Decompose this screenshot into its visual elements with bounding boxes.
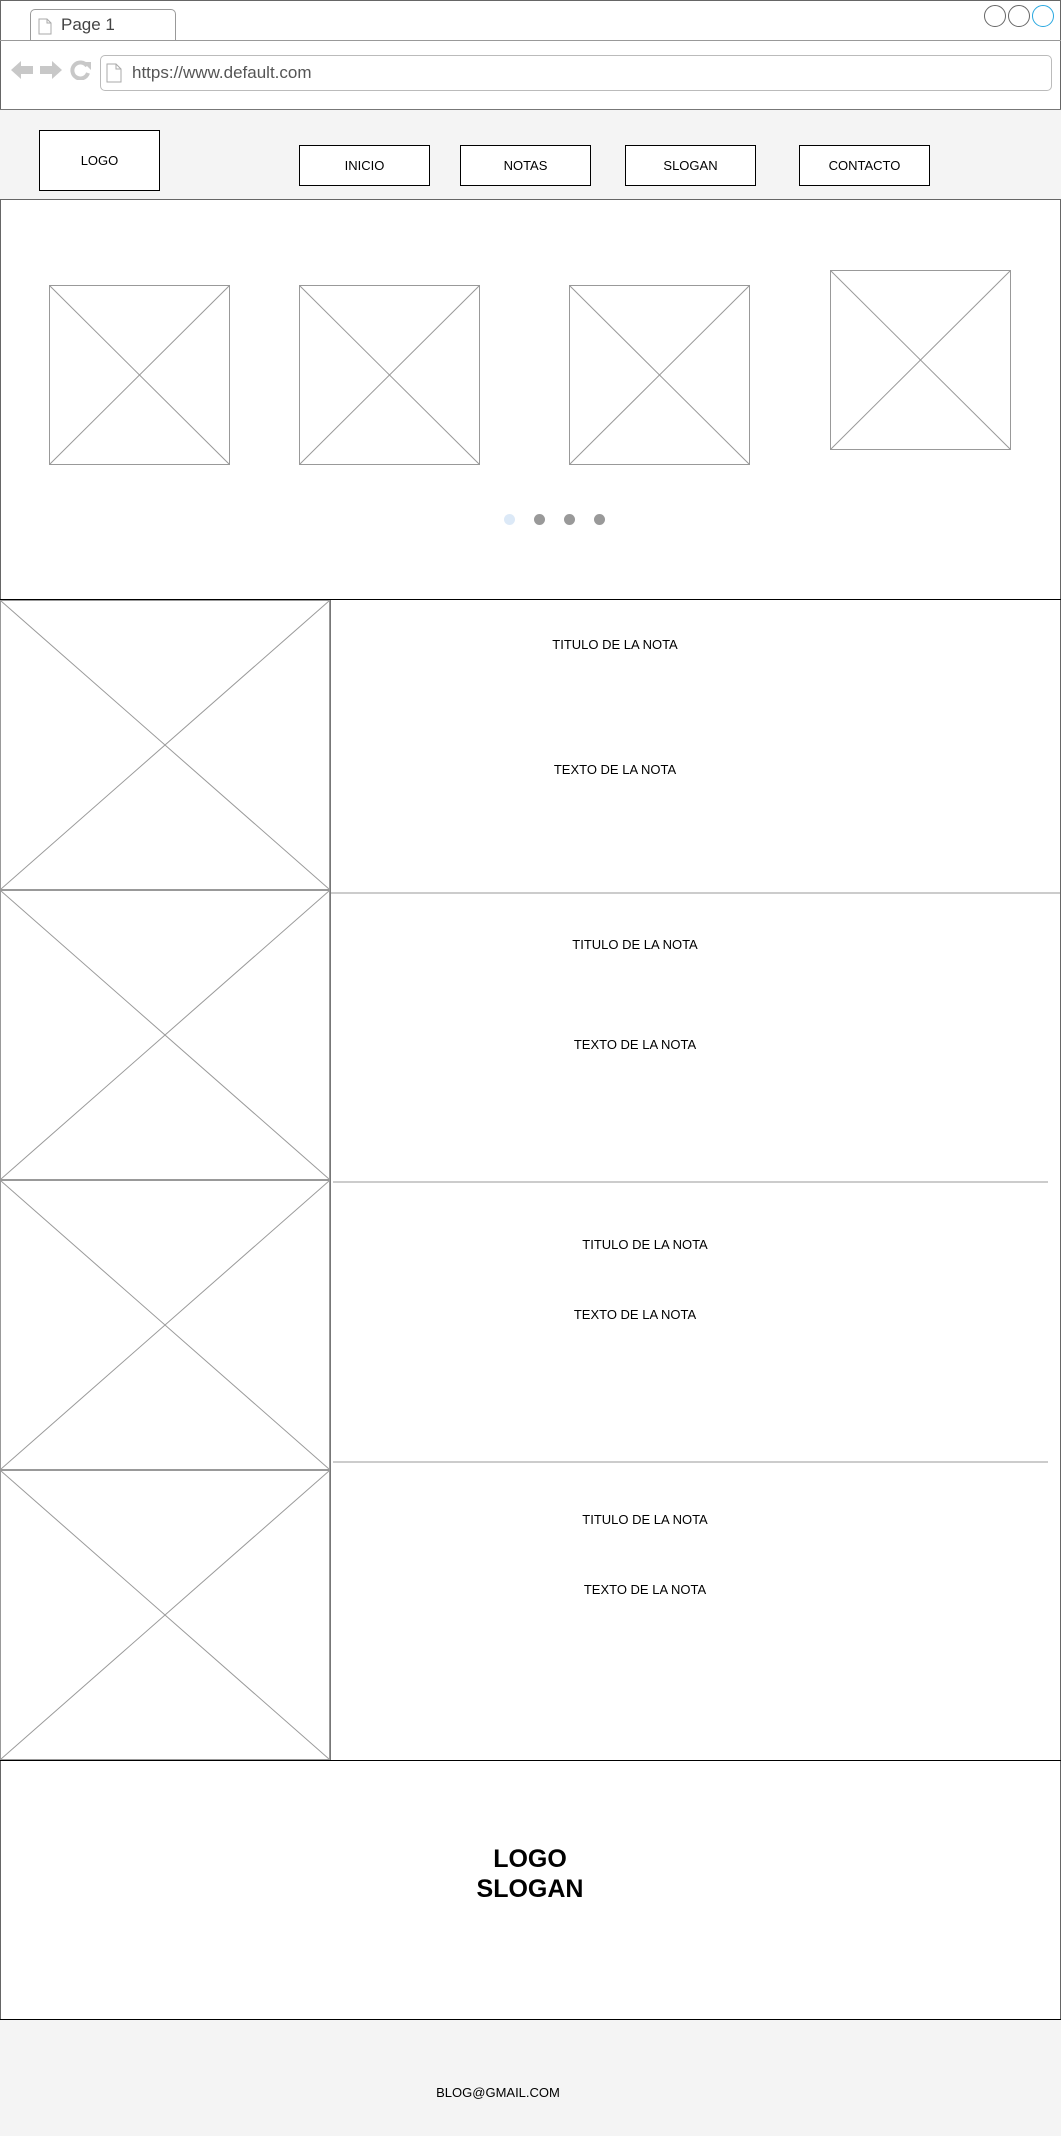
note-image-placeholder[interactable] [0,1470,330,1760]
carousel-indicator-active[interactable] [504,514,515,525]
note-text: TEXTO DE LA NOTA [573,1037,697,1052]
footer-email-link[interactable]: BLOG@GMAIL.COM [436,2085,560,2100]
restore-button[interactable] [1008,5,1030,27]
nav-label: SLOGAN [663,158,718,173]
chrome-divider [0,40,1061,41]
note-separator [331,892,1060,894]
note-image-placeholder[interactable] [0,600,330,890]
header-logo[interactable]: LOGO [39,130,160,191]
note-text: TEXTO DE LA NOTA [573,1307,697,1322]
note-title[interactable]: TITULO DE LA NOTA [572,937,697,952]
carousel-image-placeholder[interactable] [49,285,230,465]
browser-tab-bar: Page 1 [0,0,1061,41]
carousel-indicator[interactable] [564,514,575,525]
image-placeholder-icon [1,601,329,889]
note-title[interactable]: TITULO DE LA NOTA [552,637,677,652]
carousel-indicator[interactable] [534,514,545,525]
nav-slogan-button[interactable]: SLOGAN [625,145,756,186]
nav-label: CONTACTO [828,158,901,173]
nav-label: NOTAS [503,158,548,173]
image-placeholder-icon [570,286,749,464]
footer-logo: LOGO [493,1845,567,1873]
note-title[interactable]: TITULO DE LA NOTA [582,1512,707,1527]
carousel-image-placeholder[interactable] [299,285,480,465]
notes-divider [330,600,331,1760]
page-icon [106,63,122,83]
note-image-placeholder[interactable] [0,1180,330,1470]
carousel-image-placeholder[interactable] [569,285,750,465]
note-separator [333,1181,1048,1183]
note-text: TEXTO DE LA NOTA [553,762,677,777]
browser-tab[interactable]: Page 1 [30,9,176,41]
note-image-placeholder[interactable] [0,890,330,1180]
note-text: TEXTO DE LA NOTA [583,1582,707,1597]
image-placeholder-icon [50,286,229,464]
tab-title: Page 1 [61,15,115,34]
image-placeholder-icon [1,1471,329,1759]
carousel-indicator[interactable] [594,514,605,525]
back-arrow-icon[interactable] [10,60,34,80]
note-title[interactable]: TITULO DE LA NOTA [582,1237,707,1252]
url-text: https://www.default.com [132,63,312,82]
nav-notas-button[interactable]: NOTAS [460,145,591,186]
minimize-button[interactable] [984,5,1006,27]
image-placeholder-icon [1,891,329,1179]
footer-slogan: SLOGAN [476,1875,584,1903]
nav-contacto-button[interactable]: CONTACTO [799,145,930,186]
nav-inicio-button[interactable]: INICIO [299,145,430,186]
site-footer [0,2020,1061,2136]
nav-label: INICIO [344,158,385,173]
address-bar[interactable]: https://www.default.com [100,55,1052,91]
carousel-image-placeholder[interactable] [830,270,1011,450]
page-icon [38,18,52,35]
reload-icon[interactable] [70,60,92,80]
image-placeholder-icon [831,271,1010,449]
header-logo-label: LOGO [80,153,119,168]
image-placeholder-icon [1,1181,329,1469]
image-placeholder-icon [300,286,479,464]
forward-arrow-icon[interactable] [39,60,63,80]
note-separator [333,1461,1048,1463]
maximize-button[interactable] [1032,5,1054,27]
